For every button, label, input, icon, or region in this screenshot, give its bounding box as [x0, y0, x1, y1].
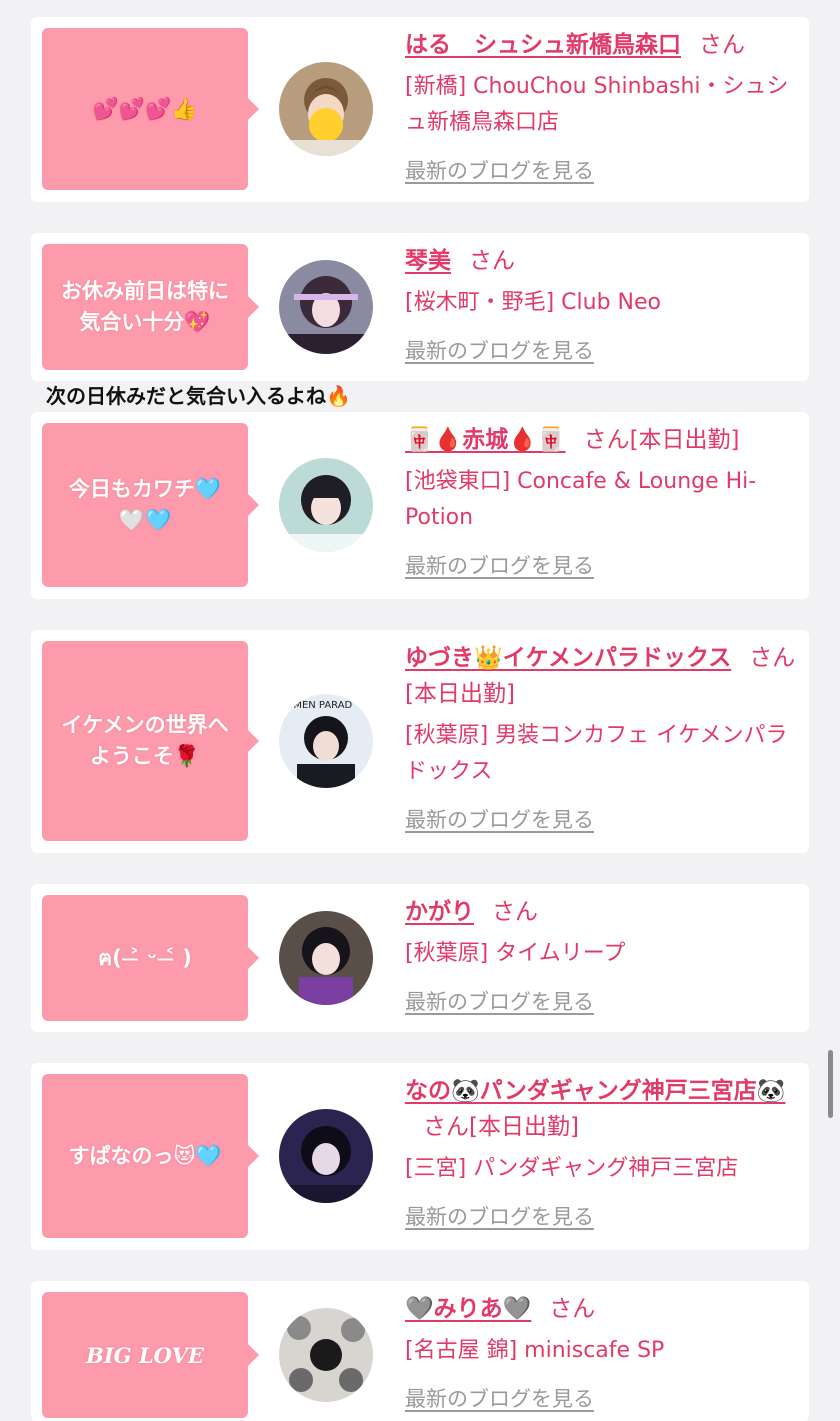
shop-name: [名古屋 錦] miniscafe SP — [405, 1338, 665, 1363]
honorific: さん — [699, 32, 745, 58]
status-label: [本日出勤] — [469, 1114, 579, 1140]
avatar[interactable] — [279, 62, 373, 156]
honorific: さん — [749, 645, 796, 671]
status-label: [本日出勤] — [405, 681, 515, 707]
cast-card: イケメンの世界へ ようこそ🌹 EMEN PARAD ゆづき👑イケメンパラドックス… — [31, 630, 809, 853]
avatar[interactable] — [279, 1308, 373, 1402]
cast-info: 🀄🩸赤城🩸🀄 さん[本日出勤] [池袋東口] Concafe & Lounge H… — [405, 422, 805, 580]
message-text: BIG LOVE — [86, 1342, 204, 1368]
latest-blog-link[interactable]: 最新のブログを見る — [405, 155, 594, 185]
cast-info: なの🐼パンダギャング神戸三宮店🐼 さん[本日出勤] [三宮] パンダギャング神戸三… — [405, 1073, 805, 1231]
status-label: [本日出勤] — [629, 427, 740, 453]
latest-blog-link[interactable]: 最新のブログを見る — [405, 335, 594, 365]
comment-text: 次の日休みだと気合い入るよね🔥 — [46, 384, 351, 408]
cast-info: 琴美 さん [桜木町・野毛] Club Neo 最新のブログを見る — [405, 243, 805, 365]
cast-card: 今日もカワチ🩵 🤍🩵 🀄🩸赤城🩸🀄 さん[本日出勤] [池袋東口] Concafe… — [31, 412, 809, 599]
message-text: すぱなのっ😻🩵 — [68, 1143, 222, 1168]
message-bubble: イケメンの世界へ ようこそ🌹 — [42, 641, 259, 841]
cast-name-link[interactable]: 🩶みりあ🩶 — [405, 1296, 531, 1322]
cast-info: ゆづき👑イケメンパラドックス さん [本日出勤] [秋葉原] 男装コンカフェ イケメ… — [405, 640, 805, 834]
message-text: ฅ( ˃̶ ᵕ ˂̶ ) — [98, 945, 192, 970]
message-bubble: 💕💕💕👍 — [42, 28, 259, 190]
svg-text:EMEN PARAD: EMEN PARAD — [287, 700, 353, 711]
avatar[interactable] — [279, 458, 373, 552]
message-bubble: BIG LOVE — [42, 1292, 259, 1418]
cast-info: はる シュシュ新橋鳥森口 さん [新橋] ChouChou Shinbashi・シ… — [405, 27, 805, 185]
cast-info: かがり さん [秋葉原] タイムリープ 最新のブログを見る — [405, 894, 805, 1016]
message-bubble: お休み前日は特に 気合い十分💖 — [42, 244, 259, 370]
avatar[interactable] — [279, 1109, 373, 1203]
message-bubble: 今日もカワチ🩵 🤍🩵 — [42, 423, 259, 587]
message-text: 💕💕💕👍 — [92, 96, 198, 121]
cast-name-link[interactable]: はる シュシュ新橋鳥森口 — [405, 32, 681, 58]
cast-card: すぱなのっ😻🩵 なの🐼パンダギャング神戸三宮店🐼 さん[本日出勤] [三宮] パン… — [31, 1063, 809, 1250]
shop-name: [池袋東口] Concafe & Lounge Hi-Potion — [405, 469, 757, 530]
avatar[interactable]: EMEN PARAD — [279, 694, 373, 788]
avatar[interactable] — [279, 260, 373, 354]
shop-name: [秋葉原] タイムリープ — [405, 941, 626, 966]
latest-blog-link[interactable]: 最新のブログを見る — [405, 986, 594, 1016]
cast-name-link[interactable]: なの🐼パンダギャング神戸三宮店🐼 — [405, 1078, 785, 1104]
cast-card: 💕💕💕👍 はる シュシュ新橋鳥森口 さん [新橋] ChouChou Shinba… — [31, 17, 809, 202]
cast-card: お休み前日は特に 気合い十分💖 琴美 さん [桜木町・野毛] Club Neo 最… — [31, 233, 809, 381]
cast-card: ฅ( ˃̶ ᵕ ˂̶ ) かがり さん [秋葉原] タイムリープ 最新のブログを見… — [31, 884, 809, 1032]
shop-name: [秋葉原] 男装コンカフェ イケメンパラドックス — [405, 723, 788, 784]
scrollbar[interactable] — [828, 1050, 833, 1118]
message-text: 今日もカワチ🩵 🤍🩵 — [68, 477, 222, 532]
latest-blog-link[interactable]: 最新のブログを見る — [405, 804, 594, 834]
honorific: さん — [549, 1296, 596, 1322]
cast-name-link[interactable]: 琴美 — [405, 248, 451, 274]
latest-blog-link[interactable]: 最新のブログを見る — [405, 1383, 594, 1413]
shop-name: [桜木町・野毛] Club Neo — [405, 290, 661, 315]
latest-blog-link[interactable]: 最新のブログを見る — [405, 550, 594, 580]
avatar[interactable] — [279, 911, 373, 1005]
cast-card: BIG LOVE 🩶みりあ🩶 さん [名古屋 錦] miniscafe SP 最新… — [31, 1281, 809, 1421]
latest-blog-link[interactable]: 最新のブログを見る — [405, 1201, 594, 1231]
cast-name-link[interactable]: ゆづき👑イケメンパラドックス — [405, 645, 731, 671]
message-bubble: ฅ( ˃̶ ᵕ ˂̶ ) — [42, 895, 259, 1021]
honorific: さん — [583, 427, 630, 453]
shop-name: [三宮] パンダギャング神戸三宮店 — [405, 1156, 739, 1181]
honorific: さん — [423, 1114, 469, 1140]
honorific: さん — [492, 899, 538, 925]
cast-info: 🩶みりあ🩶 さん [名古屋 錦] miniscafe SP 最新のブログを見る — [405, 1291, 805, 1413]
cast-name-link[interactable]: 🀄🩸赤城🩸🀄 — [405, 427, 566, 453]
cast-name-link[interactable]: かがり — [405, 899, 474, 925]
shop-name: [新橋] ChouChou Shinbashi・シュシュ新橋鳥森口店 — [405, 74, 789, 135]
honorific: さん — [469, 248, 515, 274]
message-text: お休み前日は特に 気合い十分💖 — [61, 279, 229, 334]
message-bubble: すぱなのっ😻🩵 — [42, 1074, 259, 1238]
message-text: イケメンの世界へ ようこそ🌹 — [61, 713, 229, 768]
